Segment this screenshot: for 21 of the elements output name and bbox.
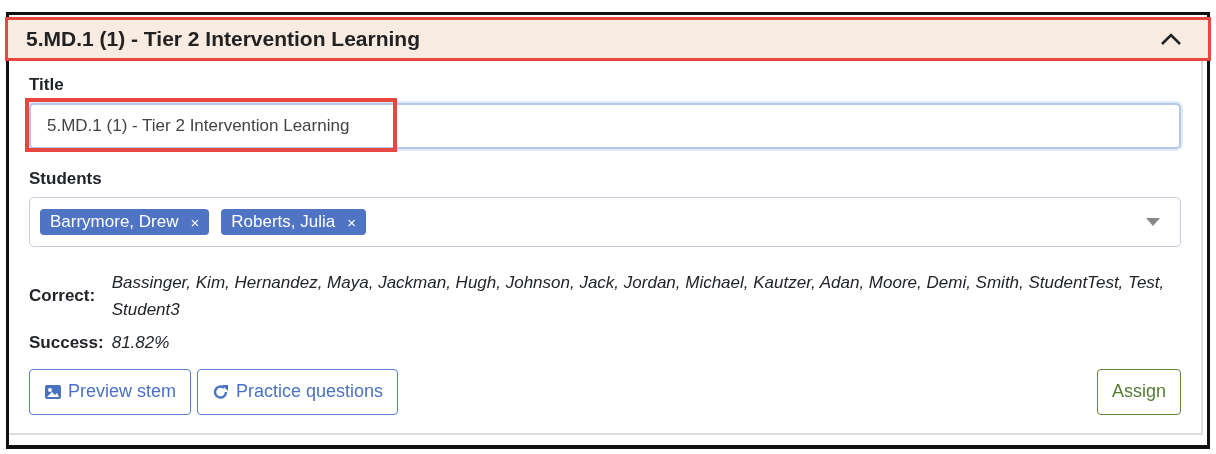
panel-title: 5.MD.1 (1) - Tier 2 Intervention Learning: [26, 27, 421, 51]
refresh-icon: [212, 382, 231, 401]
field-label: Students: [29, 169, 102, 189]
title-input[interactable]: 5.MD.1 (1) - Tier 2 Intervention Learning: [29, 103, 1181, 149]
student-name: Barrymore, Drew: [50, 212, 179, 232]
remove-tag-button[interactable]: ×: [190, 213, 200, 231]
chevron-icon[interactable]: [1160, 32, 1182, 46]
field-label: Title: [29, 75, 64, 95]
preview-stem-button[interactable]: Preview stem: [29, 368, 192, 415]
remove-tag-button[interactable]: ×: [347, 213, 356, 231]
info-label: Correct:: [29, 286, 97, 307]
panel-header[interactable]: 5.MD.1 (1) - Tier 2 Intervention Learning: [5, 17, 1211, 61]
practice-questions-button[interactable]: Practice questions: [197, 368, 399, 415]
correct-students-text: Bassinger, Kim, Hernandez, Maya, Jackman, Hugh, Johnson, Jack, Jordan, Michael, Kautzer, Adan, Moore, Demi, Smith, StudentTest, Test, Student3: [111, 272, 1166, 322]
success-rate-text: 81.82%: [111, 332, 171, 355]
info-label: Success:: [29, 332, 104, 353]
student-name: Roberts, Julia: [231, 212, 336, 232]
assign-button[interactable]: Assign: [1096, 368, 1181, 415]
dropdown-caret-icon[interactable]: [1146, 218, 1160, 226]
students-select[interactable]: Barrymore, Drew × Roberts, Julia ×: [29, 197, 1181, 247]
image-icon: [44, 382, 62, 401]
